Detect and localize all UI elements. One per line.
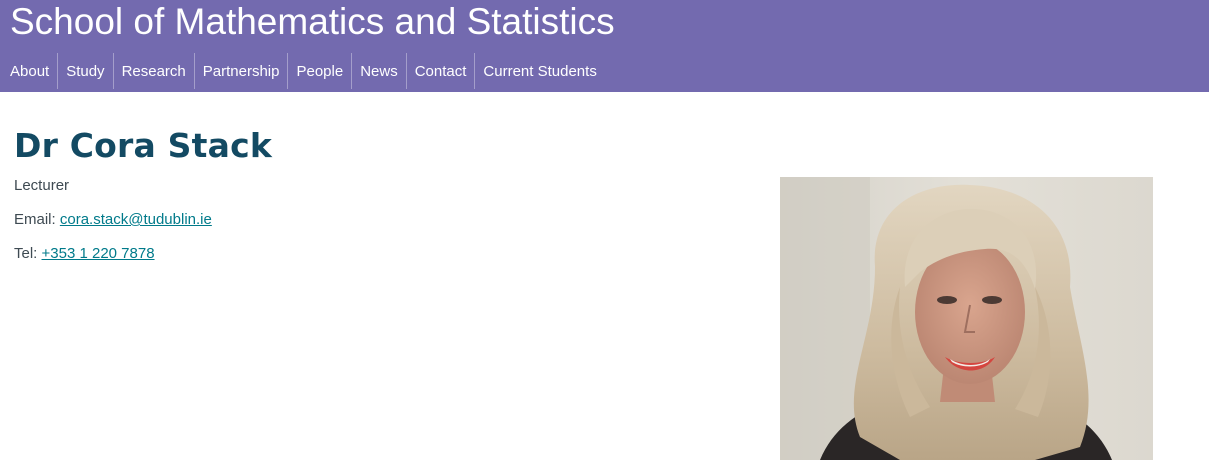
tel-label: Tel: xyxy=(14,245,38,262)
nav-item-contact[interactable]: Contact xyxy=(405,53,475,89)
nav-item-news[interactable]: News xyxy=(351,53,406,89)
profile-role: Lecturer xyxy=(14,177,70,194)
profile-section: Dr Cora Stack Lecturer Email: cora.stack… xyxy=(14,122,714,264)
site-header: School of Mathematics and Statistics Abo… xyxy=(0,0,1209,92)
profile-name: Dr Cora Stack xyxy=(14,126,272,165)
nav-item-people[interactable]: People xyxy=(287,53,351,89)
nav-item-study[interactable]: Study xyxy=(57,53,112,89)
email-label: Email: xyxy=(14,211,56,228)
main-nav: About Study Research Partnership People … xyxy=(0,53,605,89)
tel-line: Tel: +353 1 220 7878 xyxy=(14,244,714,264)
profile-photo xyxy=(780,177,1153,460)
nav-item-about[interactable]: About xyxy=(0,53,57,89)
site-title[interactable]: School of Mathematics and Statistics xyxy=(10,0,615,46)
profile-photo-image xyxy=(780,177,1153,460)
email-line: Email: cora.stack@tudublin.ie xyxy=(14,210,714,230)
nav-item-partnership[interactable]: Partnership xyxy=(193,53,288,89)
email-link[interactable]: cora.stack@tudublin.ie xyxy=(60,211,212,228)
tel-link[interactable]: +353 1 220 7878 xyxy=(42,245,155,262)
nav-item-research[interactable]: Research xyxy=(112,53,194,89)
nav-item-current-students[interactable]: Current Students xyxy=(474,53,604,89)
